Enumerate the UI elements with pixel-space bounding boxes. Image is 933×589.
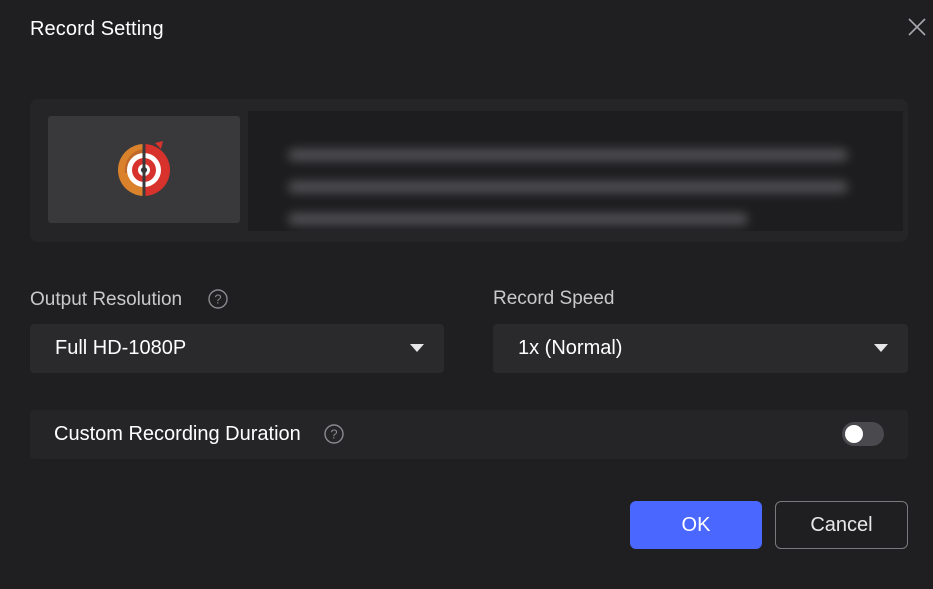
custom-duration-toggle[interactable] (842, 422, 884, 446)
custom-duration-label: Custom Recording Duration (54, 423, 301, 445)
caret-down-icon (410, 344, 424, 352)
record-speed-value: 1x (Normal) (518, 337, 623, 359)
output-resolution-value: Full HD-1080P (55, 337, 187, 359)
question-circle-icon[interactable]: ? (324, 424, 344, 444)
preview-thumbnail (48, 116, 240, 223)
caret-down-icon (874, 344, 888, 352)
ok-button[interactable]: OK (630, 501, 762, 549)
blurred-description (248, 111, 903, 231)
record-speed-label: Record Speed (493, 288, 615, 309)
recorder-app-icon (118, 140, 170, 197)
dialog-title: Record Setting (30, 18, 164, 40)
record-setting-dialog: Record Setting Output Resolution ? Full … (0, 0, 933, 589)
record-speed-select[interactable]: 1x (Normal) (493, 324, 908, 373)
recording-preview-panel (30, 99, 908, 242)
output-resolution-label: Output Resolution (30, 289, 183, 310)
toggle-knob (845, 425, 863, 443)
output-resolution-select[interactable]: Full HD-1080P (30, 324, 444, 373)
cancel-button[interactable]: Cancel (775, 501, 908, 549)
custom-duration-row: Custom Recording Duration ? (30, 410, 908, 459)
svg-text:?: ? (330, 427, 337, 442)
question-circle-icon[interactable]: ? (208, 289, 228, 309)
svg-text:?: ? (214, 292, 221, 307)
close-icon[interactable] (907, 17, 927, 37)
